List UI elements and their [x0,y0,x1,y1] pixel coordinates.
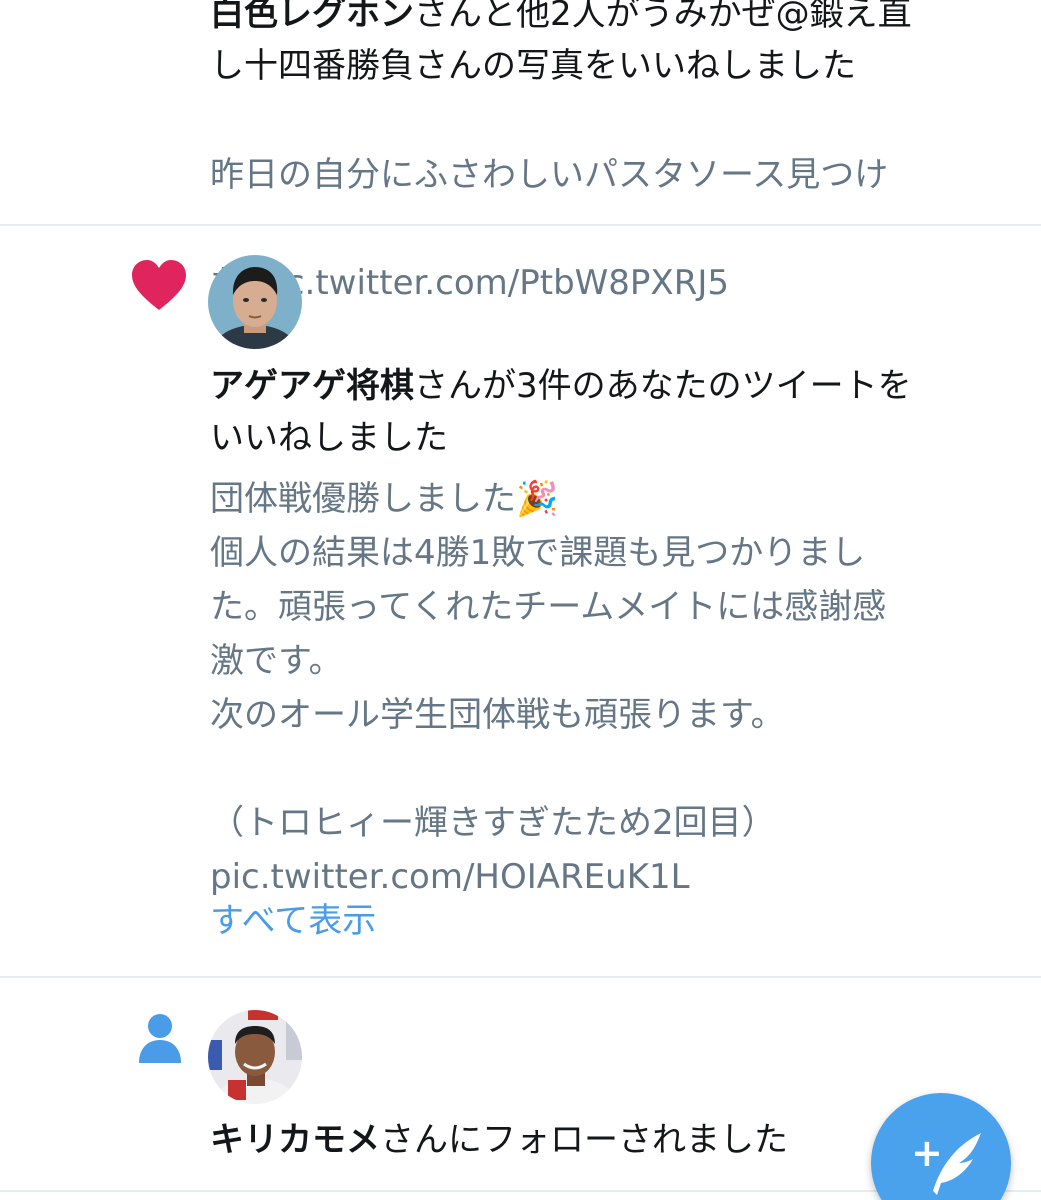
tweet-preview: 団体戦優勝しました🎉 個人の結果は4勝1敗で課題も見つかりまし た。頑張ってくれ… [210,479,887,897]
notification-item-like-photo[interactable]: 白色レグホンさんと他2人がうみかぜ@鍛え直 し十四番勝負さんの写真をいいねしまし… [0,0,1041,303]
liker-name[interactable]: アゲアゲ将棋 [210,366,414,406]
follower-name[interactable]: キリカモメ [210,1120,380,1160]
headline-text: さんが3件のあなたのツイートを [414,366,912,406]
notification-headline: アゲアゲ将棋さんが3件のあなたのツイートを いいねしました [210,360,1010,464]
liker-name[interactable]: 白色レグホン [210,0,414,34]
tweet-preview-line1: 昨日の自分にふさわしいパスタソース見つけ [210,155,889,195]
compose-tweet-icon: + [911,1131,981,1195]
headline-text: さんと他2人がうみかぜ@鍛え直 [414,0,912,34]
person-icon [139,1014,181,1063]
notifications-screen: 白色レグホンさんと他2人がうみかぜ@鍛え直 し十四番勝負さんの写真をいいねしまし… [0,0,1041,1200]
notification-headline: 白色レグホンさんと他2人がうみかぜ@鍛え直 し十四番勝負さんの写真をいいねしまし… [210,0,1010,92]
headline-text-line2: し十四番勝負さんの写真をいいねしました [210,46,856,86]
headline-text-line2: いいねしました [210,418,448,458]
notification-item-like-tweets[interactable]: アゲアゲ将棋さんが3件のあなたのツイートを いいねしました 団体戦優勝しました🎉… [0,226,1041,976]
show-all-link[interactable]: すべて表示 [210,894,376,948]
compose-tweet-button[interactable]: + [871,1093,1011,1200]
svg-text:+: + [911,1131,943,1175]
avatar[interactable] [208,255,302,349]
headline-text: さんにフォローされました [380,1120,788,1160]
avatar[interactable] [208,1010,302,1104]
heart-icon [132,260,186,310]
